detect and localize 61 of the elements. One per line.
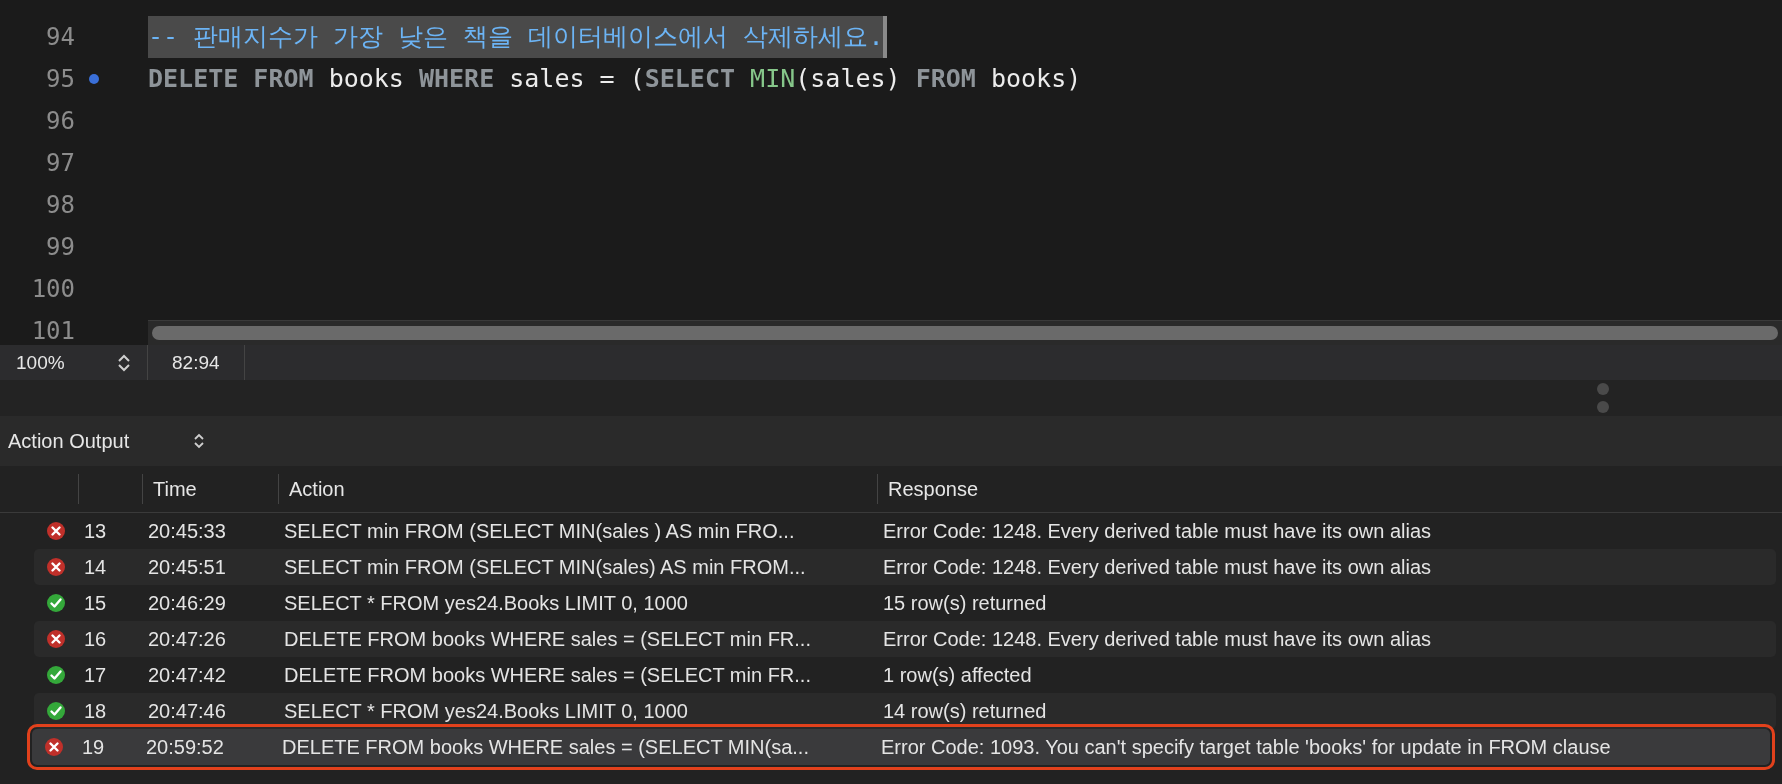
line-number: 94: [45, 23, 75, 51]
line-number: 97: [45, 149, 75, 177]
table-cell-text: 17: [83, 663, 108, 687]
table-cell-text: 20:59:52: [145, 735, 225, 759]
table-cell-text: 20:47:42: [147, 663, 227, 687]
output-row[interactable]: 14 20:45:51 SELECT min FROM (SELECT MIN(sales) AS min FROM... Error Code: 1248. Every derived table must have its own alias: [34, 549, 1776, 585]
table-cell-text: 14 row(s) returned: [882, 699, 1048, 723]
table-cell-text: 1 row(s) affected: [882, 663, 1033, 687]
table-cell-text: SELECT * FROM yes24.Books LIMIT 0, 1000: [283, 591, 689, 615]
splitter-handle-icon[interactable]: [1596, 382, 1610, 414]
table-cell-text: 13: [83, 519, 108, 543]
error-icon: [44, 737, 64, 757]
output-row[interactable]: 15 20:46:29 SELECT * FROM yes24.Books LIMIT 0, 1000 15 row(s) returned: [34, 585, 1776, 621]
table-cell-text: Error Code: 1248. Every derived table must have its own alias: [882, 627, 1433, 651]
table-cell-text: 20:46:29: [147, 591, 227, 615]
line-number: 100: [30, 275, 75, 303]
table-cell-text: 20:47:26: [147, 627, 227, 651]
output-row[interactable]: 17 20:47:42 DELETE FROM books WHERE sales = (SELECT min FR... 1 row(s) affected: [34, 657, 1776, 693]
error-icon: [46, 557, 66, 577]
table-cell-text: DELETE FROM books WHERE sales = (SELECT min FR...: [283, 663, 812, 687]
column-header[interactable]: Action: [278, 474, 877, 504]
table-cell-text: 14: [83, 555, 108, 579]
table-cell-text: 15 row(s) returned: [882, 591, 1048, 615]
table-cell-text: Error Code: 1248. Every derived table must have its own alias: [882, 519, 1433, 543]
output-row[interactable]: 16 20:47:26 DELETE FROM books WHERE sales = (SELECT min FR... Error Code: 1248. Every derived table must have its own alias: [34, 621, 1776, 657]
line-number: 101: [30, 317, 75, 345]
code-comment: -- 판매지수가 가장 낮은 책을 데이터베이스에서 삭제하세요.: [148, 16, 888, 58]
zoom-level[interactable]: 100%: [16, 351, 65, 374]
success-icon: [46, 665, 66, 685]
stepper-icon[interactable]: [117, 352, 131, 373]
output-row[interactable]: 18 20:47:46 SELECT * FROM yes24.Books LIMIT 0, 1000 14 row(s) returned: [34, 693, 1776, 729]
table-cell-text: 20:47:46: [147, 699, 227, 723]
table-cell-text: 20:45:33: [147, 519, 227, 543]
table-cell-text: 20:45:51: [147, 555, 227, 579]
table-cell-text: Error Code: 1093. You can't specify target table 'books' for update in FROM clause: [880, 735, 1612, 759]
stepper-icon[interactable]: [193, 432, 206, 450]
success-icon: [46, 593, 66, 613]
table-cell-text: DELETE FROM books WHERE sales = (SELECT min FR...: [283, 627, 812, 651]
table-cell-text: SELECT min FROM (SELECT MIN(sales ) AS min FRO...: [283, 519, 796, 543]
cursor-position: 82:94: [172, 351, 220, 374]
table-cell-text: SELECT min FROM (SELECT MIN(sales) AS min FROM...: [283, 555, 807, 579]
line-number: 95: [45, 65, 75, 93]
line-number: 99: [45, 233, 75, 261]
table-cell-text: 15: [83, 591, 108, 615]
output-row[interactable]: 13 20:45:33 SELECT min FROM (SELECT MIN(sales ) AS min FRO... Error Code: 1248. Every derived table must have its own alias: [34, 513, 1776, 549]
scrollbar-thumb[interactable]: [152, 326, 1778, 340]
success-icon: [46, 701, 66, 721]
line-number: 96: [45, 107, 75, 135]
error-icon: [46, 629, 66, 649]
output-selector[interactable]: Action Output: [8, 429, 130, 453]
table-cell-text: 18: [83, 699, 108, 723]
table-cell-text: 19: [81, 735, 106, 759]
table-cell-text: 16: [83, 627, 108, 651]
error-icon: [46, 521, 66, 541]
code-line: DELETE FROM books WHERE sales = (SELECT MIN(sales) FROM books): [148, 63, 1082, 95]
table-cell-text: SELECT * FROM yes24.Books LIMIT 0, 1000: [283, 699, 689, 723]
table-cell-text: DELETE FROM books WHERE sales = (SELECT MIN(sa...: [281, 735, 810, 759]
line-number: 98: [45, 191, 75, 219]
table-cell-text: Error Code: 1248. Every derived table must have its own alias: [882, 555, 1433, 579]
column-header[interactable]: Response: [877, 474, 1782, 504]
column-header[interactable]: Time: [142, 474, 278, 504]
